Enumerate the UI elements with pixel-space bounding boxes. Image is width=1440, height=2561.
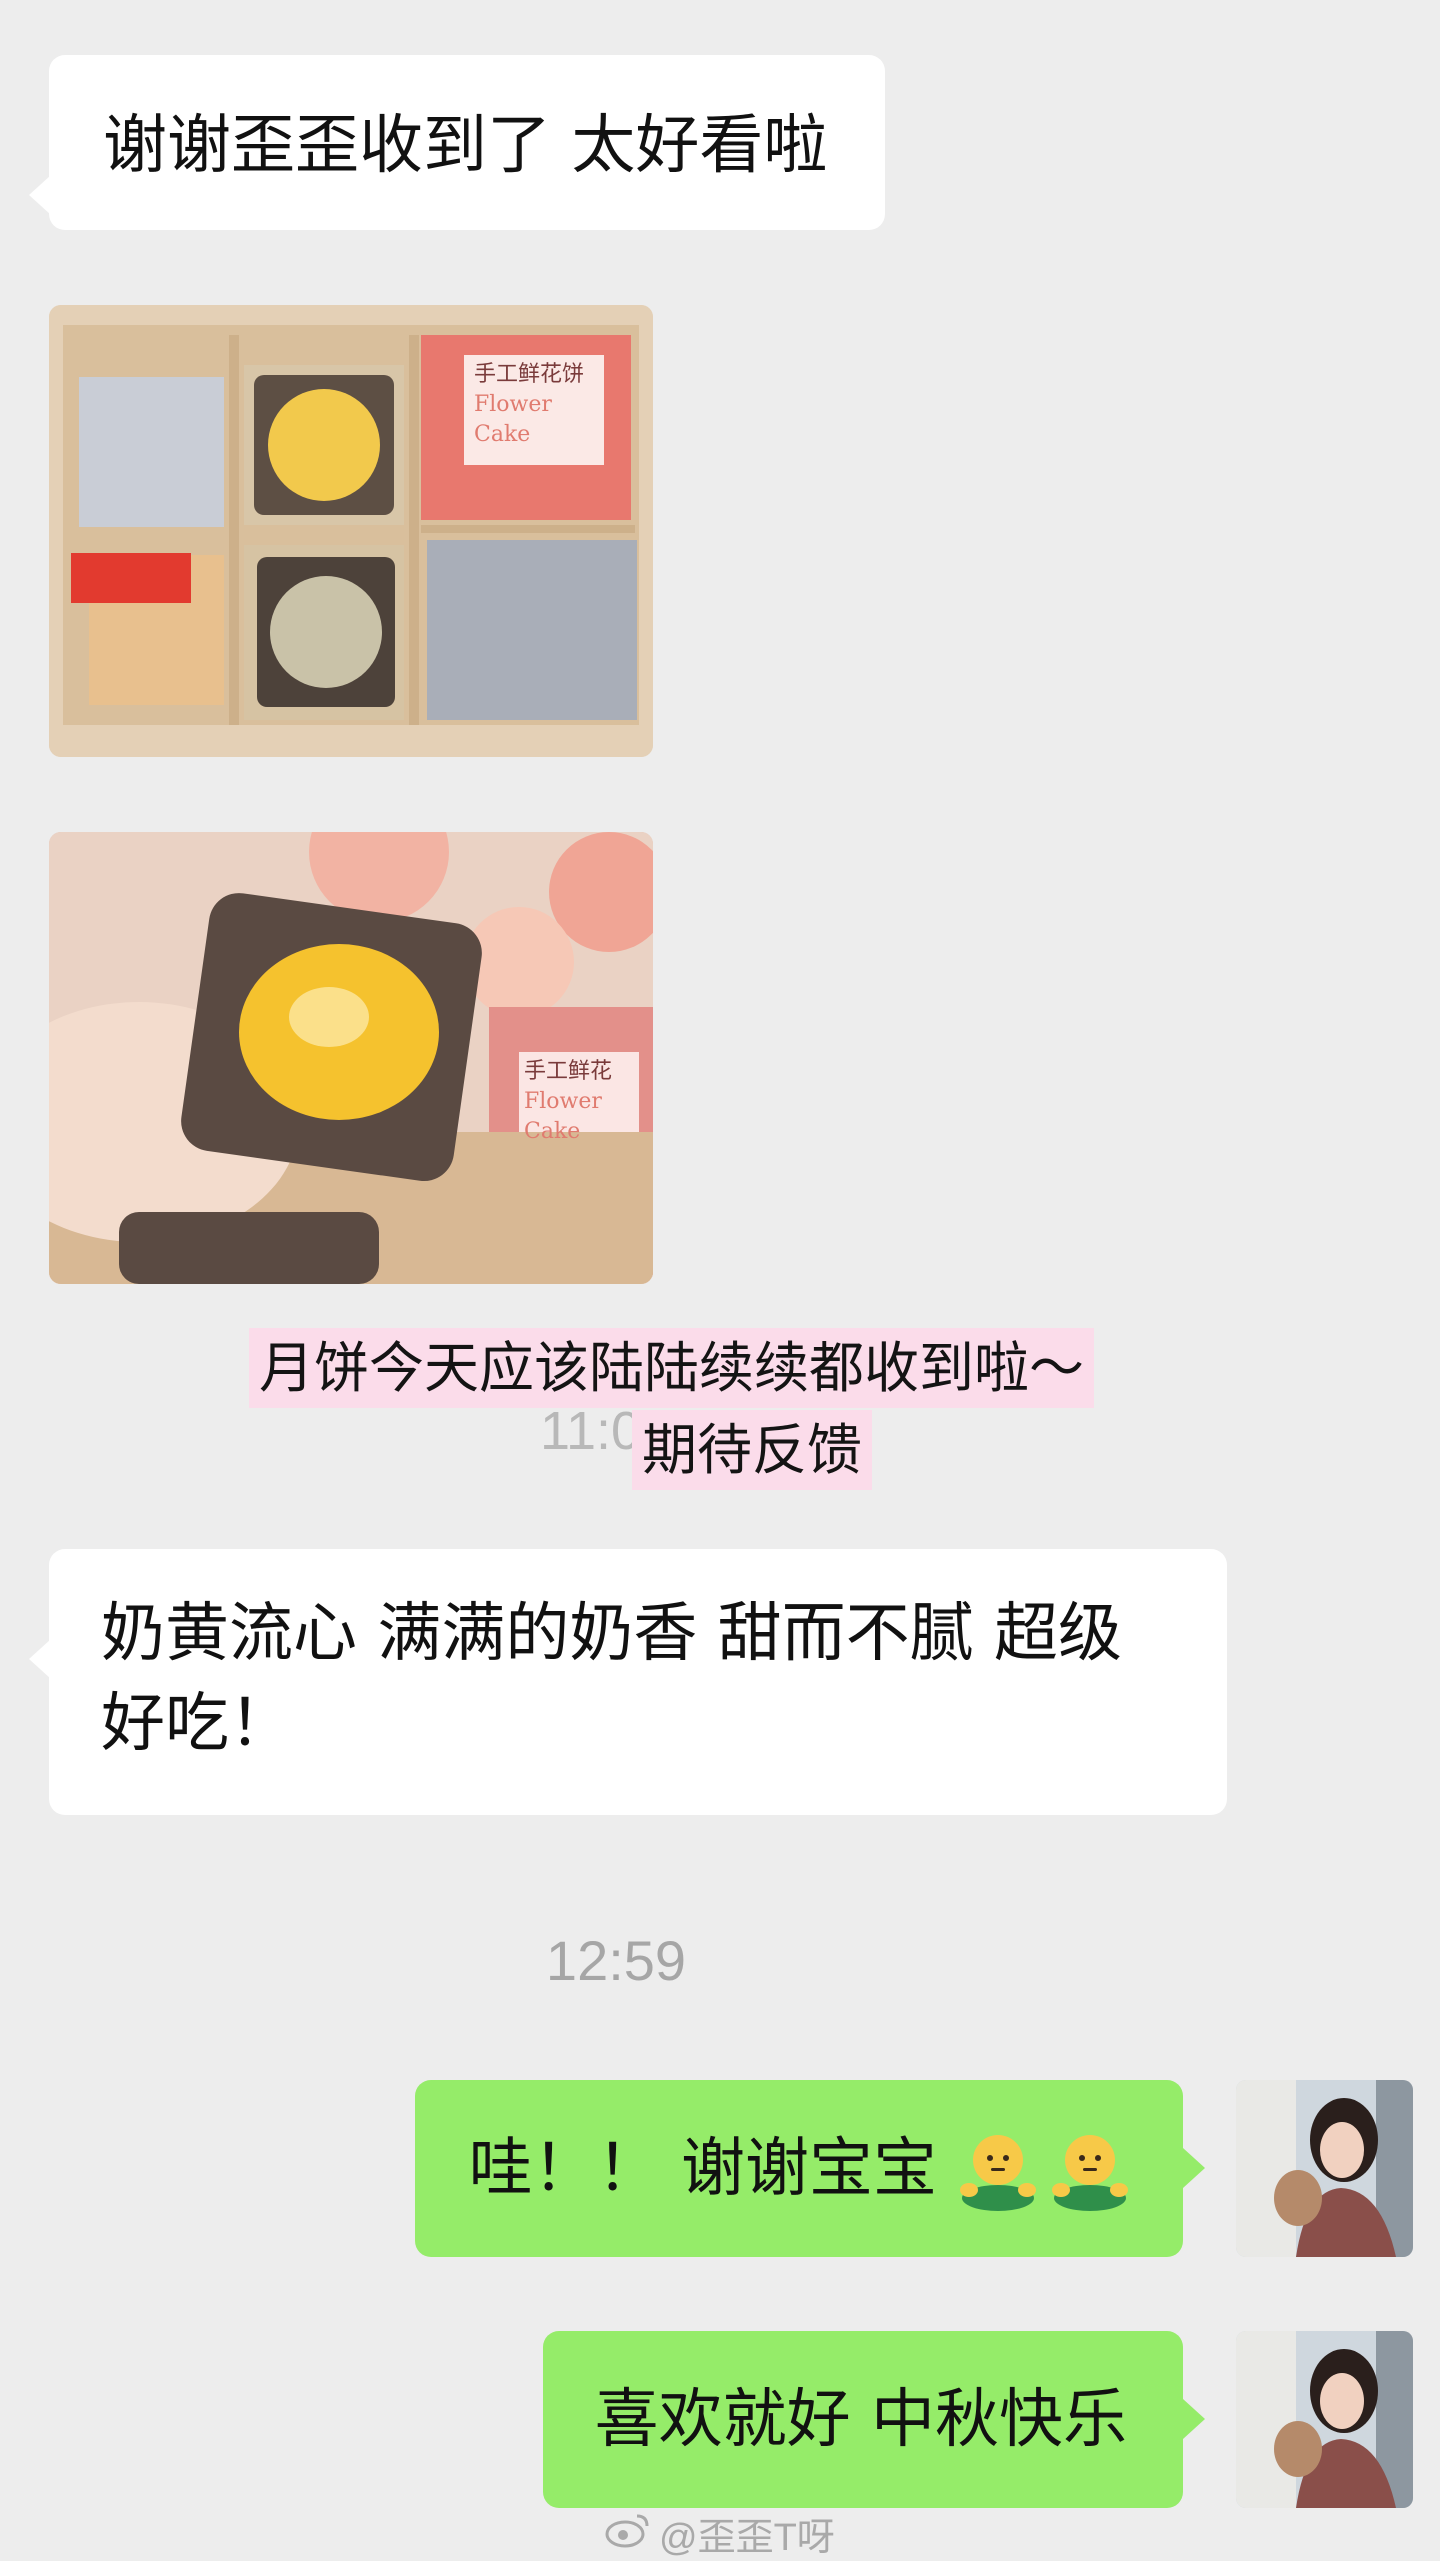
message-text: 奶黄流心 满满的奶香 甜而不腻 超级好吃！ xyxy=(101,1597,1123,1761)
message-text: 喜欢就好 中秋快乐 xyxy=(594,2382,1127,2457)
weibo-logo-icon xyxy=(605,2510,651,2558)
avatar[interactable] xyxy=(1236,2331,1413,2508)
message-text: 谢谢歪歪收到了 太好看啦 xyxy=(103,109,828,183)
user-avatar-photo xyxy=(1236,2331,1413,2508)
sent-message-bubble[interactable]: 哇！！ 谢谢宝宝 xyxy=(414,2080,1206,2257)
time-divider: 12:59 xyxy=(545,1929,687,1992)
watermark-text: @歪歪T呀 xyxy=(659,2517,835,2559)
green-figure-emoji-icon xyxy=(1047,2126,1133,2212)
received-message-bubble[interactable]: 谢谢歪歪收到了 太好看啦 xyxy=(28,55,886,230)
user-avatar-photo xyxy=(1236,2080,1413,2257)
avatar[interactable] xyxy=(1236,2080,1413,2257)
photo-message-custard-mooncake[interactable]: 手工鲜花 Flower Cake xyxy=(49,832,653,1284)
overlay-caption-line-1: 月饼今天应该陆陆续续都收到啦～ xyxy=(249,1328,1095,1408)
photo-message-mooncake-box[interactable]: 手工鲜花饼 Flower Cake xyxy=(49,305,653,757)
message-text: 哇！！ 谢谢宝宝 xyxy=(468,2131,937,2206)
overlay-caption-line-2: 期待反馈 xyxy=(632,1410,873,1490)
timestamp-obscured: 11:0 xyxy=(540,1401,642,1461)
sent-message-bubble[interactable]: 喜欢就好 中秋快乐 xyxy=(542,2331,1206,2508)
card-text: 手工鲜花 Flower Cake xyxy=(524,1059,613,1144)
received-message-bubble[interactable]: 奶黄流心 满满的奶香 甜而不腻 超级好吃！ xyxy=(29,1549,1227,1815)
card-text: 手工鲜花饼 Flower Cake xyxy=(474,362,585,447)
green-figure-emoji-icon xyxy=(955,2126,1041,2212)
watermark: @歪歪T呀 xyxy=(605,2506,835,2561)
